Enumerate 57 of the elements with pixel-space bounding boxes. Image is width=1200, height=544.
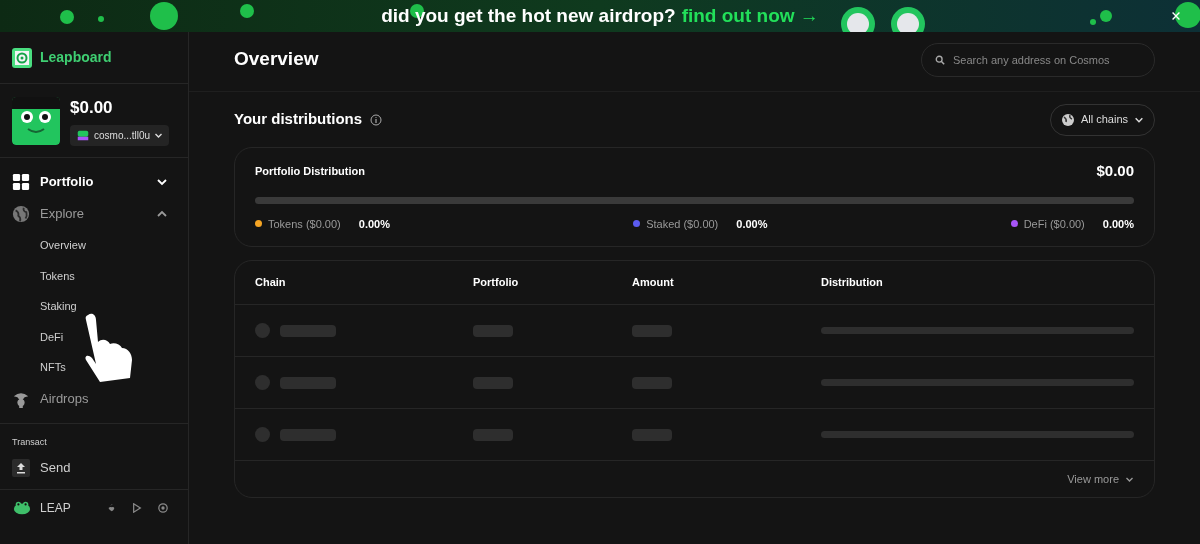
promo-banner[interactable]: did you get the hot new airdrop? find out now → (0, 0, 1200, 32)
close-icon (1170, 10, 1182, 22)
nav-item[interactable]: Portfolio (12, 166, 176, 198)
card-title: Portfolio Distribution (255, 164, 365, 179)
address-button[interactable]: cosmo...tll0u (70, 124, 170, 146)
search-field[interactable]: Search any address on Cosmos (921, 42, 1155, 77)
nav-subitem[interactable]: Tokens (12, 260, 176, 291)
section-title: Your distributions (234, 109, 363, 130)
legend-label: Tokens ($0.00) (268, 216, 341, 232)
balance-amount: $0.00 (70, 97, 114, 120)
nav-item[interactable]: Explore (12, 198, 176, 230)
loading-bar (280, 376, 336, 389)
info-icon (370, 113, 383, 126)
section-label: Transact (12, 435, 48, 449)
loading-bar (280, 428, 336, 441)
frog-chip-icon (76, 128, 90, 143)
send-item[interactable]: Send (12, 453, 176, 483)
play-icon (132, 502, 142, 513)
column-header: Distribution (821, 275, 884, 291)
search-icon (935, 54, 945, 65)
legend-percent: 0.00% (358, 216, 390, 232)
nav-subitem[interactable]: NFTs (12, 352, 176, 383)
brand-name: Leapboard (40, 48, 112, 67)
legend-percent: 0.00% (736, 216, 768, 232)
loading-bar (280, 324, 336, 337)
nav-subitem[interactable]: Overview (12, 230, 176, 261)
legend-label: DeFi ($0.00) (1023, 216, 1085, 232)
page-title: Overview (234, 47, 319, 72)
loading-avatar (255, 375, 270, 390)
footer-brand: LEAP (40, 499, 72, 517)
nav-subitem[interactable]: DeFi (12, 321, 176, 352)
loading-bar (632, 324, 672, 337)
loading-bar (632, 376, 672, 389)
loading-bar (473, 376, 513, 389)
loading-bar (632, 428, 672, 441)
loading-avatar (255, 323, 270, 338)
logo-icon (12, 47, 32, 68)
column-header: Amount (632, 275, 675, 291)
frog-avatar-icon (12, 96, 60, 145)
nav-item[interactable]: Airdrops (12, 382, 176, 415)
loading-avatar (255, 427, 270, 442)
chevron-icon (156, 176, 168, 188)
globe-icon (12, 205, 30, 223)
legend-percent: 0.00% (1102, 216, 1134, 232)
view-more-button[interactable]: View more (1067, 470, 1134, 488)
banner-link[interactable]: find out now → (681, 1, 819, 31)
upload-icon (12, 459, 30, 477)
globe-icon (1060, 112, 1075, 127)
nav-subitem[interactable]: Staking (12, 291, 176, 322)
column-header: Portfolio (473, 275, 520, 291)
loading-bar (473, 428, 513, 441)
column-header: Chain (255, 275, 287, 291)
loading-bar (473, 324, 513, 337)
legend-label: Staked ($0.00) (646, 216, 719, 232)
banner-text: did you get the hot new airdrop? (381, 3, 676, 28)
total-amount: $0.00 (1096, 161, 1134, 181)
grid-icon (12, 173, 30, 191)
